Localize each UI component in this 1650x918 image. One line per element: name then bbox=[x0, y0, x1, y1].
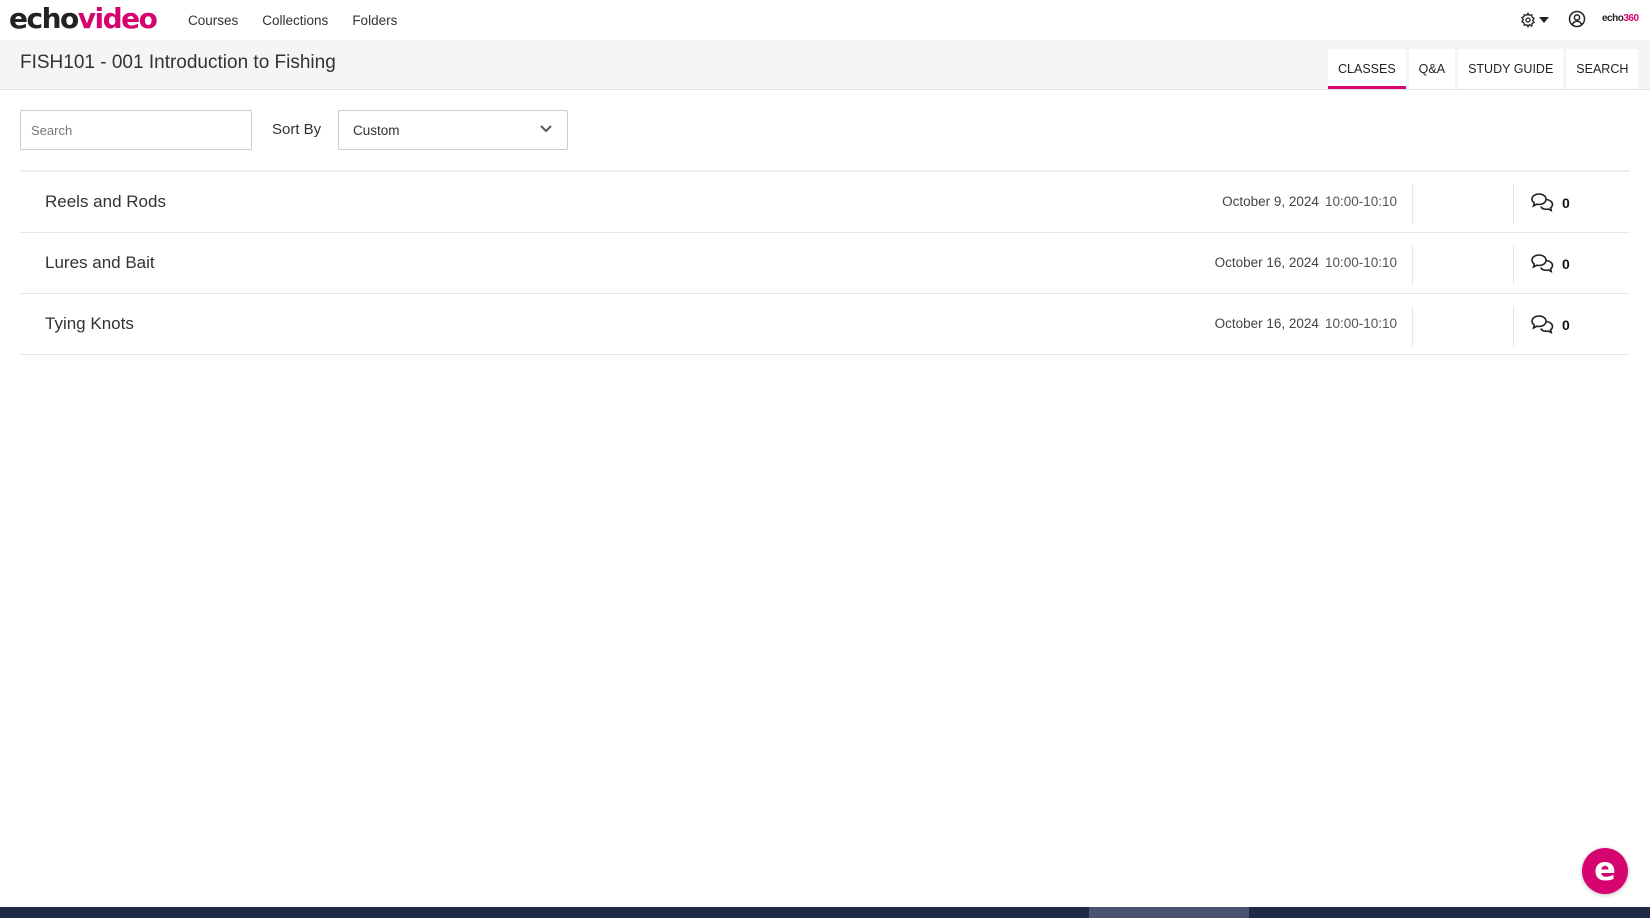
chevron-down-icon bbox=[540, 125, 552, 133]
class-time: 10:00-10:10 bbox=[1324, 255, 1397, 270]
column-divider bbox=[1412, 184, 1413, 224]
user-circle-icon bbox=[1568, 10, 1586, 28]
qa-count: 0 bbox=[1562, 317, 1570, 333]
nav-courses[interactable]: Courses bbox=[188, 13, 238, 28]
class-title[interactable]: Lures and Bait bbox=[45, 253, 155, 273]
main-nav: Courses Collections Folders bbox=[188, 0, 397, 40]
class-row[interactable]: Lures and Bait October 16, 2024 10:00-10:… bbox=[20, 233, 1630, 294]
gear-icon bbox=[1521, 12, 1535, 28]
search-input[interactable] bbox=[20, 110, 252, 150]
logo-text-echo: echo bbox=[9, 2, 79, 35]
comments-icon bbox=[1531, 254, 1554, 274]
echo-help-button[interactable]: e bbox=[1582, 848, 1628, 894]
qa-count: 0 bbox=[1562, 256, 1570, 272]
echo360-text: echo bbox=[1602, 13, 1624, 24]
class-list: Reels and Rods October 9, 2024 10:00-10:1… bbox=[20, 170, 1630, 355]
caret-down-icon bbox=[1539, 17, 1549, 23]
qa-count-button[interactable]: 0 bbox=[1530, 314, 1570, 336]
class-date: October 16, 2024 bbox=[1214, 255, 1319, 270]
qa-count-button[interactable]: 0 bbox=[1530, 192, 1570, 214]
tab-search[interactable]: SEARCH bbox=[1566, 49, 1639, 89]
class-row[interactable]: Tying Knots October 16, 2024 10:00-10:10 … bbox=[20, 294, 1630, 355]
tab-study-guide[interactable]: STUDY GUIDE bbox=[1458, 49, 1564, 89]
qa-count: 0 bbox=[1562, 195, 1570, 211]
class-time: 10:00-10:10 bbox=[1324, 316, 1397, 331]
sort-by-value: Custom bbox=[353, 122, 400, 138]
top-navigation-bar: echovideo Courses Collections Folders ec… bbox=[0, 0, 1650, 40]
class-datetime: October 16, 2024 10:00-10:10 bbox=[1215, 316, 1397, 331]
os-taskbar bbox=[0, 907, 1650, 918]
column-divider bbox=[1513, 306, 1514, 346]
class-row[interactable]: Reels and Rods October 9, 2024 10:00-10:1… bbox=[20, 172, 1630, 233]
echo360-number: 360 bbox=[1623, 13, 1639, 24]
class-datetime: October 9, 2024 10:00-10:10 bbox=[1222, 194, 1397, 209]
qa-count-button[interactable]: 0 bbox=[1530, 253, 1570, 275]
course-header: FISH101 - 001 Introduction to Fishing CL… bbox=[0, 40, 1650, 90]
column-divider bbox=[1513, 184, 1514, 224]
taskbar-active-item[interactable] bbox=[1089, 907, 1249, 918]
nav-collections[interactable]: Collections bbox=[262, 13, 328, 28]
class-title[interactable]: Tying Knots bbox=[45, 314, 134, 334]
echo-e-icon: e bbox=[1594, 850, 1616, 888]
settings-menu-button[interactable] bbox=[1520, 11, 1550, 29]
tab-classes[interactable]: CLASSES bbox=[1328, 49, 1406, 89]
nav-folders[interactable]: Folders bbox=[352, 13, 397, 28]
course-tabs: CLASSES Q&A STUDY GUIDE SEARCH bbox=[1328, 49, 1639, 89]
class-title[interactable]: Reels and Rods bbox=[45, 192, 166, 212]
class-date: October 9, 2024 bbox=[1222, 194, 1319, 209]
class-time: 10:00-10:10 bbox=[1324, 194, 1397, 209]
column-divider bbox=[1412, 245, 1413, 285]
course-title: FISH101 - 001 Introduction to Fishing bbox=[20, 52, 336, 73]
tab-qa[interactable]: Q&A bbox=[1408, 49, 1456, 89]
comments-icon bbox=[1531, 193, 1554, 213]
column-divider bbox=[1412, 306, 1413, 346]
echo360-logo: echo360 bbox=[1602, 13, 1639, 24]
logo-text-video: video bbox=[77, 2, 158, 35]
account-button[interactable] bbox=[1568, 10, 1588, 30]
comments-icon bbox=[1531, 315, 1554, 335]
sort-by-select[interactable]: Custom bbox=[338, 110, 568, 150]
class-date: October 16, 2024 bbox=[1214, 316, 1319, 331]
column-divider bbox=[1513, 245, 1514, 285]
echovideo-logo[interactable]: echovideo bbox=[9, 2, 158, 36]
class-datetime: October 16, 2024 10:00-10:10 bbox=[1215, 255, 1397, 270]
sort-by-label: Sort By bbox=[272, 121, 322, 138]
